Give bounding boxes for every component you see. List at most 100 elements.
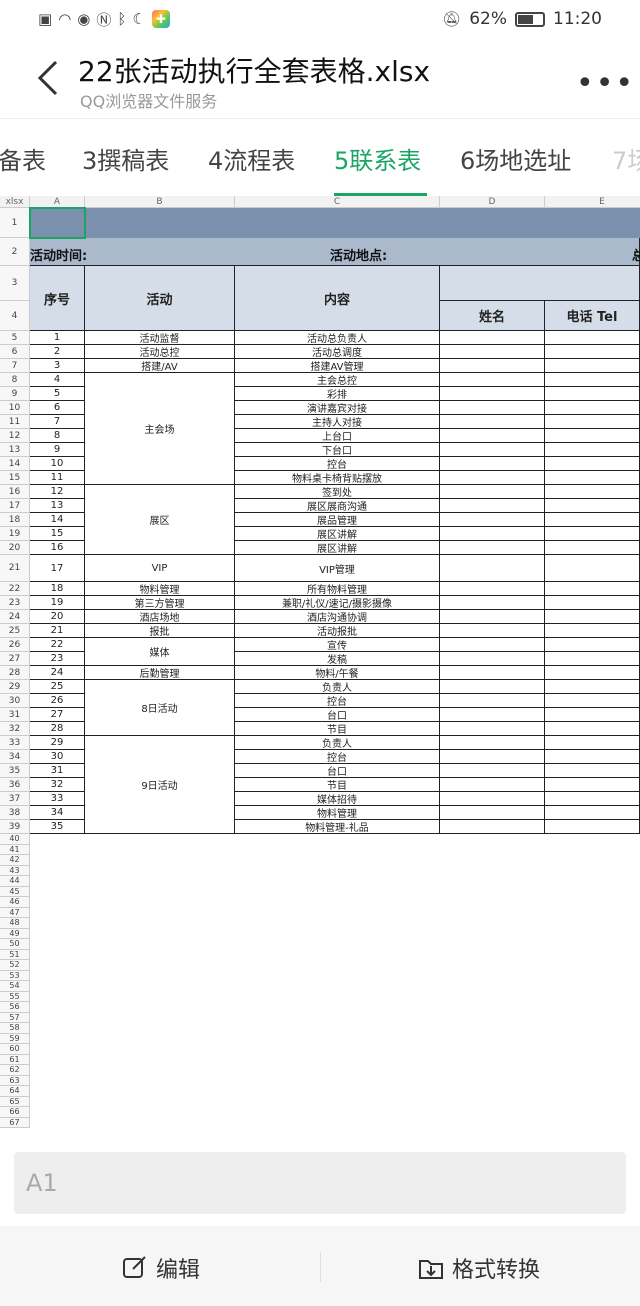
cell-phone[interactable]	[545, 722, 640, 736]
row-header[interactable]: 16	[0, 485, 30, 499]
cell-phone[interactable]	[545, 485, 640, 499]
title-band[interactable]	[30, 208, 640, 238]
cell-name[interactable]	[440, 764, 545, 778]
row-header[interactable]: 4	[0, 301, 30, 331]
cell-name[interactable]	[440, 345, 545, 359]
row-header[interactable]: 44	[0, 876, 30, 887]
cell-name[interactable]	[440, 652, 545, 666]
cell-content[interactable]: 展区讲解	[235, 527, 440, 541]
cell-name[interactable]	[440, 443, 545, 457]
cell-seq[interactable]: 12	[30, 485, 85, 499]
row-header[interactable]: 22	[0, 582, 30, 596]
column-header-B[interactable]: B	[85, 196, 235, 208]
row-header[interactable]: 58	[0, 1023, 30, 1034]
cell-seq[interactable]: 14	[30, 513, 85, 527]
cell-seq[interactable]: 35	[30, 820, 85, 834]
cell-content[interactable]: 媒体招待	[235, 792, 440, 806]
row-header[interactable]: 21	[0, 555, 30, 582]
cell-name[interactable]	[440, 527, 545, 541]
cell-phone[interactable]	[545, 610, 640, 624]
cell-content[interactable]: 展区展商沟通	[235, 499, 440, 513]
cell-content[interactable]: 台口	[235, 708, 440, 722]
row-header[interactable]: 7	[0, 359, 30, 373]
cell-name[interactable]	[440, 513, 545, 527]
cell-name[interactable]	[440, 555, 545, 582]
cell-phone[interactable]	[545, 638, 640, 652]
cell-name[interactable]	[440, 582, 545, 596]
cell-content[interactable]: 控台	[235, 750, 440, 764]
cell-seq[interactable]: 10	[30, 457, 85, 471]
row-header[interactable]: 38	[0, 806, 30, 820]
row-header[interactable]: 5	[0, 331, 30, 345]
cell-phone[interactable]	[545, 457, 640, 471]
tab-sheet-2[interactable]: 备表	[0, 141, 46, 176]
cell-phone[interactable]	[545, 652, 640, 666]
cell-phone[interactable]	[545, 429, 640, 443]
row-header[interactable]: 23	[0, 596, 30, 610]
cell-seq[interactable]: 20	[30, 610, 85, 624]
cell-seq[interactable]: 19	[30, 596, 85, 610]
cell-content[interactable]: 活动总负责人	[235, 331, 440, 345]
cell-content[interactable]: 酒店沟通协调	[235, 610, 440, 624]
cell-activity[interactable]: 活动总控	[85, 345, 235, 359]
row-header[interactable]: 25	[0, 624, 30, 638]
row-header[interactable]: 36	[0, 778, 30, 792]
cell-content[interactable]: 主会总控	[235, 373, 440, 387]
cell-phone[interactable]	[545, 331, 640, 345]
row-header[interactable]: 56	[0, 1002, 30, 1013]
row-header[interactable]: 54	[0, 981, 30, 992]
cell-name[interactable]	[440, 638, 545, 652]
spreadsheet-grid[interactable]: xlsx A B C D E 1 2 3 4 5 6 7 8 9 10 11 12 13 14 15 16 17 18 19 20…	[0, 196, 640, 1142]
row-header[interactable]: 1	[0, 208, 30, 238]
cell-seq[interactable]: 15	[30, 527, 85, 541]
cell-content[interactable]: 台口	[235, 764, 440, 778]
cell-phone[interactable]	[545, 792, 640, 806]
cell-phone[interactable]	[545, 582, 640, 596]
cell-name[interactable]	[440, 666, 545, 680]
cell-name[interactable]	[440, 736, 545, 750]
cell-name[interactable]	[440, 485, 545, 499]
cell-seq[interactable]: 26	[30, 694, 85, 708]
column-header-C[interactable]: C	[235, 196, 440, 208]
cell-phone[interactable]	[545, 513, 640, 527]
cell-content[interactable]: 节目	[235, 778, 440, 792]
cell-name[interactable]	[440, 708, 545, 722]
row-header[interactable]: 40	[0, 834, 30, 845]
row-header[interactable]: 34	[0, 750, 30, 764]
cell-name[interactable]	[440, 694, 545, 708]
row-header[interactable]: 55	[0, 991, 30, 1002]
cell-phone[interactable]	[545, 806, 640, 820]
cell-phone[interactable]	[545, 415, 640, 429]
row-header[interactable]: 32	[0, 722, 30, 736]
row-header[interactable]: 29	[0, 680, 30, 694]
cell-name[interactable]	[440, 792, 545, 806]
cell-phone[interactable]	[545, 373, 640, 387]
cell-content[interactable]: 彩排	[235, 387, 440, 401]
cell-seq[interactable]: 33	[30, 792, 85, 806]
cell-activity[interactable]: 酒店场地	[85, 610, 235, 624]
cell-name[interactable]	[440, 624, 545, 638]
cell-content[interactable]: 物料桌卡椅背贴摆放	[235, 471, 440, 485]
row-header[interactable]: 45	[0, 886, 30, 897]
row-header[interactable]: 31	[0, 708, 30, 722]
cell-activity[interactable]: 主会场	[85, 373, 235, 485]
row-header[interactable]: 57	[0, 1012, 30, 1023]
row-header[interactable]: 8	[0, 373, 30, 387]
cell-name[interactable]	[440, 820, 545, 834]
cell-name[interactable]	[440, 596, 545, 610]
cell-seq[interactable]: 11	[30, 471, 85, 485]
row-header[interactable]: 48	[0, 918, 30, 929]
cell-phone[interactable]	[545, 443, 640, 457]
cell-seq[interactable]: 5	[30, 387, 85, 401]
cell-name[interactable]	[440, 471, 545, 485]
cell-content[interactable]: 搭建AV管理	[235, 359, 440, 373]
cell-seq[interactable]: 13	[30, 499, 85, 513]
row-header[interactable]: 13	[0, 443, 30, 457]
row-header[interactable]: 43	[0, 865, 30, 876]
row-header[interactable]: 33	[0, 736, 30, 750]
tab-sheet-6[interactable]: 6场地选址	[460, 141, 571, 176]
row-header[interactable]: 6	[0, 345, 30, 359]
cell-activity[interactable]: 9日活动	[85, 736, 235, 834]
cell-seq[interactable]: 9	[30, 443, 85, 457]
cell-seq[interactable]: 24	[30, 666, 85, 680]
